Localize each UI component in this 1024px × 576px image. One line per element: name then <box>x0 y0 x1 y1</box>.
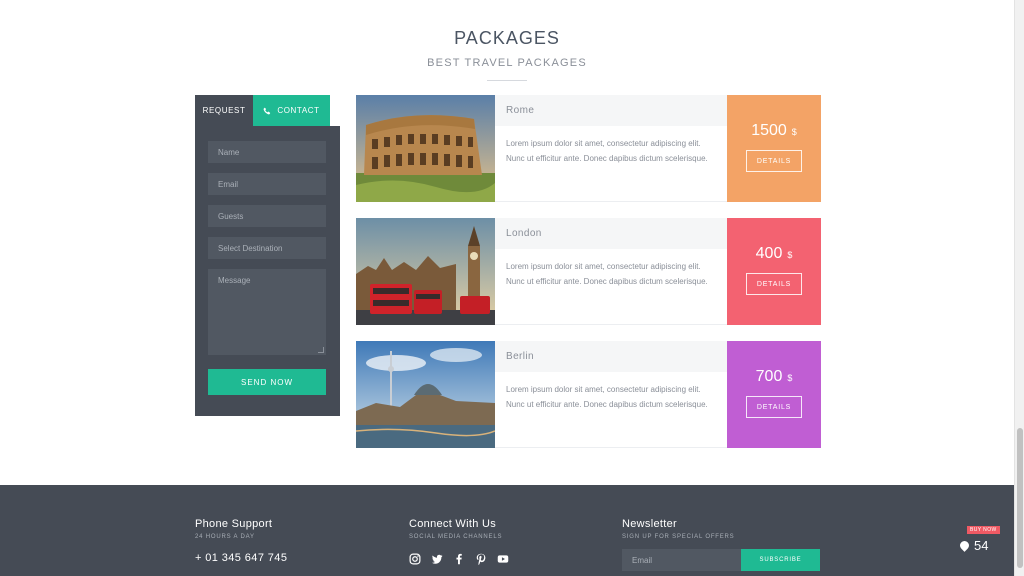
package-card-berlin: Berlin Lorem ipsum dolor sit amet, conse… <box>356 341 821 448</box>
footer-phone-title: Phone Support <box>195 518 273 530</box>
berlin-museum-image <box>356 341 495 448</box>
tab-contact[interactable]: CONTACT <box>253 95 330 126</box>
footer-newsletter-title: Newsletter <box>622 518 677 530</box>
footer-phone-subtitle: 24 HOURS A DAY <box>195 534 255 540</box>
section-header: PACKAGES BEST TRAVEL PACKAGES <box>0 28 1014 81</box>
package-card-london: London Lorem ipsum dolor sit amet, conse… <box>356 218 821 325</box>
london-bigben-image <box>356 218 495 325</box>
twitter-icon[interactable] <box>431 553 443 565</box>
package-card-rome: Rome Lorem ipsum dolor sit amet, consect… <box>356 95 821 202</box>
drop-icon <box>958 538 971 552</box>
package-price-panel: 400 $ DETAILS <box>727 218 821 325</box>
footer-phone-support: Phone Support 24 HOURS A DAY + 01 345 64… <box>195 518 287 564</box>
price-value: 1500 <box>751 122 787 139</box>
price: 700 $ <box>756 368 793 386</box>
buy-now-widget[interactable]: 54 <box>955 533 995 557</box>
tab-contact-label: CONTACT <box>277 106 320 115</box>
footer-newsletter: Newsletter SIGN UP FOR SPECIAL OFFERS Em… <box>622 518 820 571</box>
package-description: Lorem ipsum dolor sit amet, consectetur … <box>506 262 708 286</box>
package-name: Berlin <box>495 341 727 372</box>
tab-request[interactable]: REQUEST <box>195 95 253 126</box>
details-button[interactable]: DETAILS <box>746 273 802 295</box>
instagram-icon[interactable] <box>409 553 421 565</box>
youtube-icon[interactable] <box>497 553 509 565</box>
message-field[interactable]: Message <box>208 269 326 355</box>
social-links <box>409 553 509 565</box>
rome-colosseum-image <box>356 95 495 202</box>
price-currency: $ <box>791 127 797 137</box>
package-name: London <box>495 218 727 249</box>
package-name: Rome <box>495 95 727 126</box>
package-info: Berlin Lorem ipsum dolor sit amet, conse… <box>495 341 727 448</box>
price-currency: $ <box>787 373 793 383</box>
details-button[interactable]: DETAILS <box>746 150 802 172</box>
details-button[interactable]: DETAILS <box>746 396 802 418</box>
message-placeholder: Message <box>218 276 251 285</box>
package-info: London Lorem ipsum dolor sit amet, conse… <box>495 218 727 325</box>
package-price-panel: 1500 $ DETAILS <box>727 95 821 202</box>
email-field[interactable]: Email <box>208 173 326 195</box>
package-info: Rome Lorem ipsum dolor sit amet, consect… <box>495 95 727 202</box>
phone-number[interactable]: + 01 345 647 745 <box>195 552 287 564</box>
name-field[interactable]: Name <box>208 141 326 163</box>
section-title: PACKAGES <box>454 28 560 48</box>
price: 1500 $ <box>751 122 797 140</box>
guests-field[interactable]: Guests <box>208 205 326 227</box>
facebook-icon[interactable] <box>453 553 465 565</box>
section-subtitle: BEST TRAVEL PACKAGES <box>427 57 587 69</box>
footer: Phone Support 24 HOURS A DAY + 01 345 64… <box>0 485 1014 576</box>
footer-connect-subtitle: SOCIAL MEDIA CHANNELS <box>409 534 503 540</box>
price-currency: $ <box>787 250 793 260</box>
newsletter-email-input[interactable]: Email <box>622 549 741 571</box>
scrollbar-thumb[interactable] <box>1017 428 1023 568</box>
footer-newsletter-subtitle: SIGN UP FOR SPECIAL OFFERS <box>622 534 735 540</box>
send-now-button[interactable]: SEND NOW <box>208 369 326 395</box>
package-price-panel: 700 $ DETAILS <box>727 341 821 448</box>
request-form: Name Email Guests Select Destination Mes… <box>195 126 340 416</box>
package-description: Lorem ipsum dolor sit amet, consectetur … <box>506 385 708 409</box>
footer-connect: Connect With Us SOCIAL MEDIA CHANNELS <box>409 518 509 565</box>
phone-icon <box>263 107 271 114</box>
newsletter-form: Email SUBSCRIBE <box>622 549 820 571</box>
pinterest-icon[interactable] <box>475 553 487 565</box>
booking-tabs: REQUEST CONTACT <box>195 95 340 126</box>
section-divider <box>487 80 527 81</box>
price-value: 700 <box>755 368 783 385</box>
package-description: Lorem ipsum dolor sit amet, consectetur … <box>506 139 708 163</box>
subscribe-button[interactable]: SUBSCRIBE <box>741 549 820 571</box>
buy-now-count: 54 <box>974 537 989 553</box>
page-scrollbar[interactable] <box>1014 0 1024 576</box>
footer-connect-title: Connect With Us <box>409 518 497 530</box>
booking-panel: REQUEST CONTACT Name Email Guests Select… <box>195 95 340 416</box>
price: 400 $ <box>756 245 793 263</box>
destination-select[interactable]: Select Destination <box>208 237 326 259</box>
resize-grip-icon[interactable] <box>318 347 324 353</box>
price-value: 400 <box>755 245 783 262</box>
